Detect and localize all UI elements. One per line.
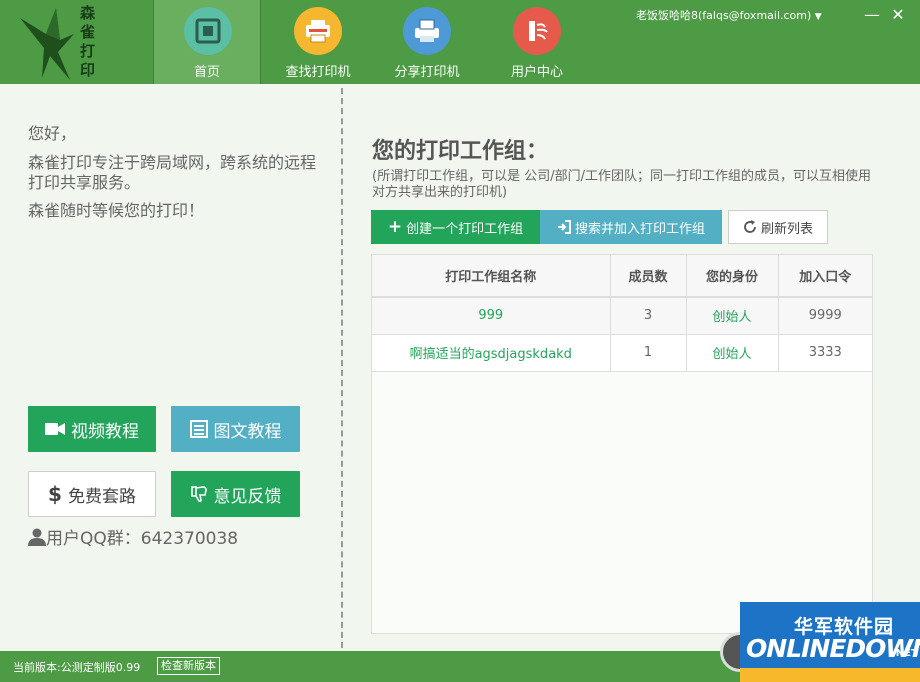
watermark-logo: 华军软件园 ONLINEDOWN .NET (740, 602, 920, 682)
table-row[interactable]: 999 3 创始人 9999 (372, 297, 872, 335)
user-role: 创始人 (686, 334, 779, 372)
panel-divider (341, 88, 343, 648)
join-code: 9999 (778, 297, 872, 335)
app-logo: 森雀打印 (0, 0, 152, 84)
doc-tutorial-button[interactable]: 图文教程 (171, 406, 300, 452)
nav-find-printer[interactable]: 查找打印机 (264, 0, 372, 84)
refresh-list-button[interactable]: 刷新列表 (728, 210, 828, 244)
nav-find-printer-label: 查找打印机 (285, 65, 351, 80)
workgroup-description: (所谓打印工作组，可以是 公司/部门/工作团队；同一打印工作组的成员，可以互相使… (372, 169, 871, 200)
video-camera-icon (45, 422, 65, 436)
workgroup-title: 您的打印工作组： (372, 139, 549, 164)
home-icon (184, 7, 232, 55)
qq-group-text: 用户QQ群：642370038 (46, 529, 239, 549)
nav-home[interactable]: 首页 (153, 0, 261, 84)
member-count: 3 (610, 297, 687, 335)
user-icon (28, 528, 46, 546)
watermark-net: .NET (892, 648, 918, 659)
feedback-label: 意见反馈 (213, 486, 282, 507)
account-name: 老饭饭哈哈8(falqs@foxmail.com) (636, 9, 812, 22)
column-header-role: 您的身份 (686, 255, 779, 298)
video-tutorial-label: 视频教程 (71, 421, 139, 442)
doc-tutorial-label: 图文教程 (213, 421, 282, 442)
minimize-button[interactable]: — (862, 5, 882, 25)
sign-in-icon (557, 220, 571, 234)
bird-logo-icon (20, 8, 74, 80)
watermark-stripe (740, 668, 920, 682)
workgroup-table: 打印工作组名称 成员数 您的身份 加入口令 999 3 创始人 9999 啊搞适… (371, 254, 873, 634)
search-join-workgroup-label: 搜索并加入打印工作组 (574, 221, 705, 237)
column-header-members: 成员数 (610, 255, 687, 298)
refresh-icon (743, 220, 757, 234)
check-update-button[interactable]: 检查新版本 (157, 657, 220, 675)
free-plan-label: 免费套路 (67, 486, 136, 507)
thumbs-down-icon (190, 485, 208, 503)
share-printer-icon (403, 7, 451, 55)
column-header-name: 打印工作组名称 (372, 255, 611, 298)
account-menu[interactable]: 老饭饭哈哈8(falqs@foxmail.com) ▼ (636, 7, 822, 23)
nav-home-label: 首页 (193, 65, 220, 80)
free-plan-button[interactable]: $ 免费套路 (28, 471, 156, 517)
user-role: 创始人 (686, 297, 779, 335)
user-center-icon (513, 7, 561, 55)
video-tutorial-button[interactable]: 视频教程 (28, 406, 156, 452)
table-row[interactable]: 啊搞适当的agsdjagskdakd 1 创始人 3333 (372, 334, 872, 372)
refresh-list-label: 刷新列表 (760, 221, 813, 237)
feedback-button[interactable]: 意见反馈 (171, 471, 300, 517)
chevron-down-icon: ▼ (814, 12, 822, 22)
table-header-row: 打印工作组名称 成员数 您的身份 加入口令 (372, 255, 872, 298)
top-bar: 森雀打印 首页 查找打印机 分享打印机 用户中心 老饭饭哈哈8(falqs@fo… (0, 0, 920, 84)
search-join-workgroup-button[interactable]: 搜索并加入打印工作组 (540, 210, 722, 244)
document-icon (189, 420, 208, 438)
qq-group: 用户QQ群：642370038 (28, 524, 238, 549)
workgroup-name[interactable]: 啊搞适当的agsdjagskdakd (372, 334, 611, 372)
nav-share-printer-label: 分享打印机 (394, 65, 460, 80)
create-workgroup-button[interactable]: + 创建一个打印工作组 (371, 210, 540, 244)
dollar-icon: $ (48, 482, 62, 506)
plus-icon: + (387, 217, 403, 237)
join-code: 3333 (778, 334, 872, 372)
member-count: 1 (610, 334, 687, 372)
workgroup-name[interactable]: 999 (372, 297, 611, 335)
column-header-code: 加入口令 (778, 255, 872, 298)
close-icon[interactable]: ✕ (888, 5, 908, 25)
nav-share-printer[interactable]: 分享打印机 (373, 0, 481, 84)
wait-text: 森雀随时等候您的打印！ (28, 201, 205, 220)
nav-user-center-label: 用户中心 (510, 65, 563, 80)
find-printer-icon (294, 7, 342, 55)
logo-text: 森雀打印 (80, 4, 96, 79)
nav-user-center[interactable]: 用户中心 (483, 0, 591, 84)
create-workgroup-label: 创建一个打印工作组 (406, 221, 524, 237)
greeting: 您好， (28, 124, 77, 143)
version-text: 当前版本:公测定制版0.99 (13, 661, 141, 674)
intro-text: 森雀打印专注于跨局域网，跨系统的远程打印共享服务。 (28, 153, 317, 192)
